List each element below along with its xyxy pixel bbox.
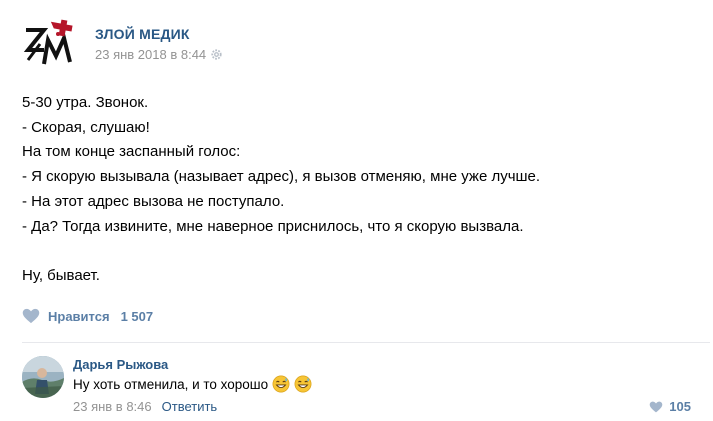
commenter-avatar[interactable]: [22, 356, 64, 398]
post-line: - Я скорую вызывала (называет адрес), я …: [22, 168, 541, 186]
gear-icon[interactable]: [210, 48, 223, 61]
post-line: На том конце заспанный голос:: [22, 143, 241, 161]
post-line: - Скорая, слушаю!: [22, 118, 150, 136]
grinning-sweat-emoji-icon: [272, 375, 290, 393]
comment-like-count: 105: [669, 399, 691, 414]
post-date-row: 23 янв 2018 в 8:44: [95, 47, 223, 62]
post-line: - На этот адрес вызова не поступало.: [22, 192, 285, 210]
comment-like-button[interactable]: 105: [649, 399, 691, 414]
commenter-photo: [22, 356, 64, 398]
post-date[interactable]: 23 янв 2018 в 8:44: [95, 47, 206, 62]
heart-icon: [650, 401, 663, 412]
like-button[interactable]: Нравится 1 507: [22, 308, 153, 324]
post-text: 5-30 утра. Звонок. - Скорая, слушаю! На …: [22, 91, 682, 289]
post-closing-line: Ну, бывает.: [22, 266, 100, 284]
post-author-name[interactable]: ЗЛОЙ МЕДИК: [95, 26, 190, 42]
grinning-sweat-emoji-icon: [294, 375, 312, 393]
post-line: 5-30 утра. Звонок.: [22, 94, 149, 111]
comment-meta: 23 янв в 8:46 Ответить: [73, 399, 217, 414]
zm-logo-icon: [23, 19, 73, 65]
comment-text: Ну хоть отменила, и то хорошо: [73, 375, 312, 393]
post-header: ЗЛОЙ МЕДИК 23 янв 2018 в 8:44: [20, 16, 680, 76]
reply-button[interactable]: Ответить: [162, 399, 218, 414]
like-label: Нравится: [48, 308, 110, 324]
author-avatar[interactable]: [20, 16, 78, 74]
comment-body: Ну хоть отменила, и то хорошо: [73, 376, 269, 392]
comment-date[interactable]: 23 янв в 8:46: [73, 399, 152, 414]
comment-author-name[interactable]: Дарья Рыжова: [73, 357, 168, 372]
like-count: 1 507: [120, 308, 154, 324]
comments-divider: [22, 342, 710, 343]
post-line: - Да? Тогда извините, мне наверное присн…: [22, 217, 524, 235]
heart-icon: [22, 308, 40, 324]
